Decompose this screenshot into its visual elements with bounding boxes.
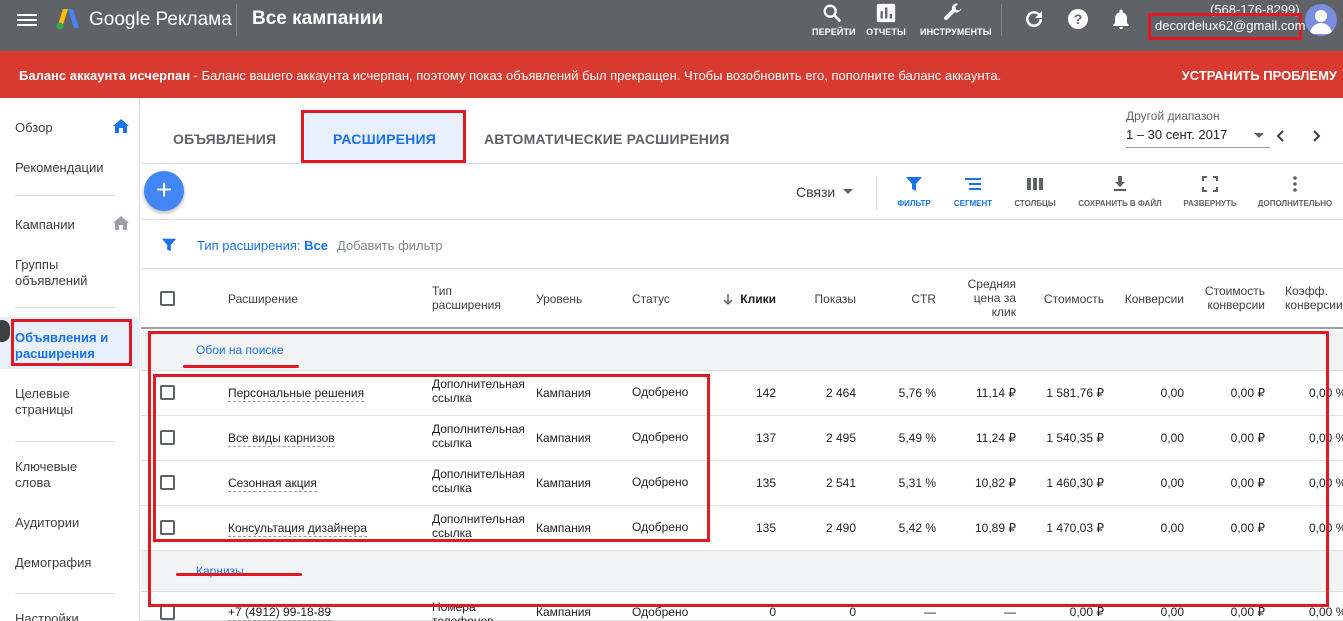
col-cost-per-conversion[interactable]: Стоимость конверсии (1194, 284, 1265, 312)
annotation-box (153, 374, 710, 542)
sidebar-item-overview[interactable]: Обзор (15, 120, 53, 136)
alert-message: - Баланс вашего аккаунта исчерпан, поэто… (190, 68, 1002, 83)
col-ctr[interactable]: CTR (886, 292, 936, 306)
annotation-box (11, 319, 132, 366)
divider (1001, 4, 1002, 36)
account-email[interactable]: decordelux62@gmail.com (1148, 13, 1306, 40)
wrench-icon (944, 3, 962, 20)
sidebar-item-settings[interactable]: Настройки (15, 611, 79, 621)
col-conversions[interactable]: Конверсии (1114, 292, 1184, 306)
page-title: Все кампании (252, 8, 384, 29)
sidebar: Обзор Рекомендации Кампании Группы объяв… (0, 98, 140, 621)
tools-button[interactable]: ИНСТРУМЕНТЫ (920, 2, 992, 37)
balance-alert: Баланс аккаунта исчерпан - Баланс вашего… (0, 51, 1343, 98)
col-level[interactable]: Уровень (536, 292, 582, 306)
annotation-underline (183, 365, 299, 368)
filter-icon (906, 177, 922, 191)
svg-text:?: ? (1074, 11, 1083, 27)
links-dropdown[interactable]: Связи (796, 184, 835, 200)
menu-icon[interactable] (17, 11, 37, 29)
col-conversion-rate[interactable]: Коэфф. конверсии (1285, 284, 1343, 312)
col-avg-cpc[interactable]: Средняя цена за клик (956, 277, 1016, 319)
divider (15, 307, 115, 308)
avatar[interactable] (1305, 4, 1337, 36)
more-button[interactable]: ДОПОЛНИТЕЛЬНО (1255, 175, 1335, 208)
columns-icon (1027, 178, 1043, 190)
divider (876, 176, 877, 210)
segment-button[interactable]: СЕГМЕНТ (951, 175, 995, 208)
sidebar-item-demographics[interactable]: Демография (15, 555, 91, 571)
expand-button[interactable]: РАЗВЕРНУТЬ (1181, 175, 1239, 208)
help-icon[interactable]: ? (1066, 7, 1090, 31)
date-range-label: Другой диапазон (1126, 109, 1220, 123)
google-ads-logo-icon (56, 9, 79, 30)
col-impressions[interactable]: Показы (796, 292, 856, 306)
top-bar: Google Реклама Все кампании ПЕРЕЙТИ ОТЧЕ… (0, 0, 1343, 51)
add-button[interactable]: + (144, 171, 184, 211)
user-icon (1310, 10, 1332, 34)
sidebar-item-audiences[interactable]: Аудитории (15, 515, 79, 531)
table-header: Расширение Тип расширения Уровень Статус… (141, 269, 1343, 329)
chevron-left-icon[interactable] (1274, 129, 1288, 143)
alert-title: Баланс аккаунта исчерпан (19, 68, 191, 83)
brand-name: Google Реклама (89, 9, 232, 30)
bar-chart-icon (876, 3, 896, 23)
sidebar-item-recommendations[interactable]: Рекомендации (15, 160, 104, 176)
sidebar-item-adgroups[interactable]: Группы объявлений (15, 257, 115, 289)
col-type[interactable]: Тип расширения (432, 284, 517, 312)
home-icon (113, 119, 129, 133)
filter-button[interactable]: ФИЛЬТР (892, 175, 936, 208)
col-status[interactable]: Статус (632, 292, 670, 306)
filter-chip-extension-type[interactable]: Тип расширения: Все (197, 238, 328, 253)
row-checkbox[interactable] (160, 605, 175, 620)
annotation-box (301, 110, 466, 163)
sidebar-item-keywords[interactable]: Ключевые слова (15, 459, 105, 491)
segment-icon (965, 178, 981, 190)
divider (15, 195, 115, 196)
home-icon (113, 216, 129, 230)
filter-icon (161, 238, 177, 252)
date-range-select[interactable]: 1 – 30 сент. 2017 (1126, 127, 1270, 148)
divider (15, 441, 115, 442)
col-cost[interactable]: Стоимость (1026, 292, 1104, 306)
col-extension[interactable]: Расширение (228, 292, 298, 306)
fix-problem-button[interactable]: УСТРАНИТЬ ПРОБЛЕМУ (1182, 68, 1337, 83)
table-toolbar: + Связи ФИЛЬТР СЕГМЕНТ СТОЛБЦЫ СОХРАНИТЬ… (141, 164, 1343, 220)
add-filter-link[interactable]: Добавить фильтр (337, 238, 443, 253)
columns-button[interactable]: СТОЛБЦЫ (1013, 175, 1057, 208)
annotation-underline (176, 573, 302, 576)
notifications-icon[interactable] (1109, 7, 1133, 31)
divider (15, 593, 115, 594)
chevron-right-icon[interactable] (1309, 129, 1323, 143)
select-all-checkbox[interactable] (160, 291, 175, 306)
tab-bar: ОБЪЯВЛЕНИЯ РАСШИРЕНИЯ АВТОМАТИЧЕСКИЕ РАС… (141, 98, 1343, 164)
chevron-down-icon (843, 189, 853, 194)
filter-row: Тип расширения: Все Добавить фильтр (141, 220, 1343, 269)
sidebar-item-campaigns[interactable]: Кампании (15, 217, 75, 233)
goto-button[interactable]: ПЕРЕЙТИ (812, 2, 856, 37)
tab-auto-extensions[interactable]: АВТОМАТИЧЕСКИЕ РАСШИРЕНИЯ (484, 131, 730, 147)
divider (236, 4, 237, 36)
search-icon (823, 4, 842, 23)
extension-link[interactable]: +7 (4912) 99-18-89 (228, 605, 332, 621)
col-clicks[interactable]: Клики (726, 292, 776, 306)
chevron-down-icon (1254, 133, 1264, 138)
tab-ads[interactable]: ОБЪЯВЛЕНИЯ (173, 131, 276, 147)
refresh-icon[interactable] (1022, 7, 1046, 31)
download-button[interactable]: СОХРАНИТЬ В ФАЙЛ (1077, 175, 1163, 208)
more-vert-icon (1293, 176, 1297, 192)
reports-button[interactable]: ОТЧЕТЫ (866, 2, 906, 37)
fullscreen-icon (1202, 176, 1218, 192)
sidebar-item-landing-pages[interactable]: Целевые страницы (15, 386, 105, 418)
download-icon (1114, 176, 1126, 191)
